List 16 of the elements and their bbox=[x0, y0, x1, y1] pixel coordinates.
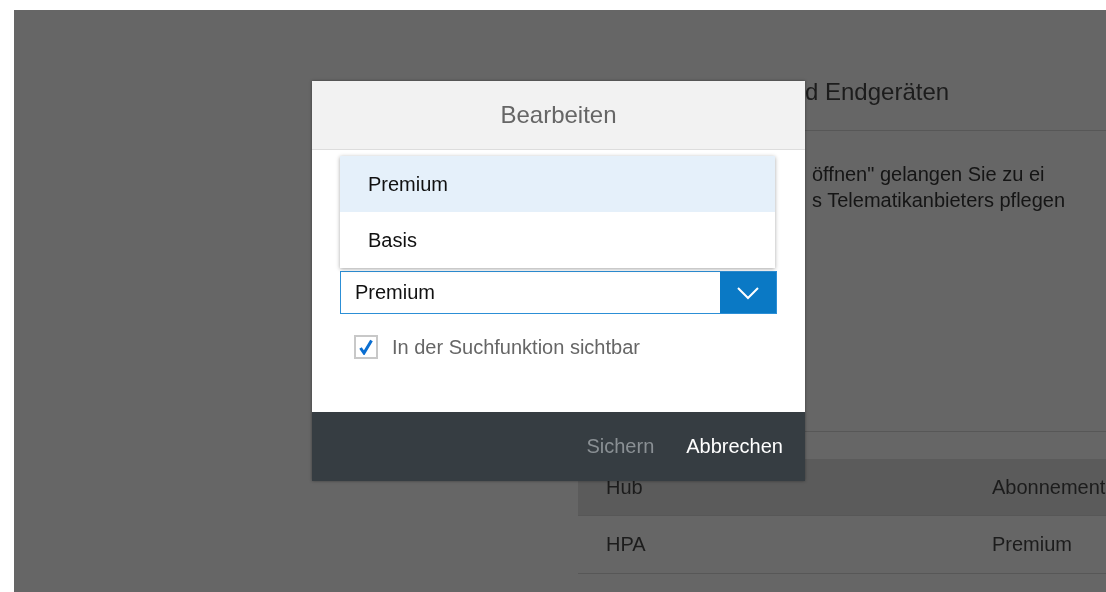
column-header: Abonnement bbox=[991, 475, 1106, 499]
table-cell-text: Premium bbox=[991, 533, 1072, 556]
checkmark-icon bbox=[359, 339, 373, 355]
table-cell-text: HPA bbox=[605, 533, 647, 556]
column-header: Hub bbox=[605, 475, 644, 499]
dropdown-option[interactable]: Premium bbox=[340, 156, 775, 212]
paragraph-line: öffnen" gelangen Sie zu ei bbox=[812, 162, 1046, 187]
footer-button[interactable]: Abbrechen bbox=[670, 427, 799, 466]
dialog-title: Bearbeiten bbox=[312, 81, 805, 150]
chevron-down-icon bbox=[736, 285, 760, 300]
paragraph-line: s Telematikanbieters pflegen bbox=[812, 188, 1067, 213]
dropdown-arrow-button[interactable] bbox=[720, 272, 776, 313]
select-field[interactable]: Premium bbox=[340, 271, 777, 314]
checkbox-label: In der Suchfunktion sichtbar bbox=[392, 335, 640, 359]
checkbox[interactable] bbox=[354, 335, 378, 359]
dropdown-option[interactable]: Basis bbox=[340, 212, 775, 268]
